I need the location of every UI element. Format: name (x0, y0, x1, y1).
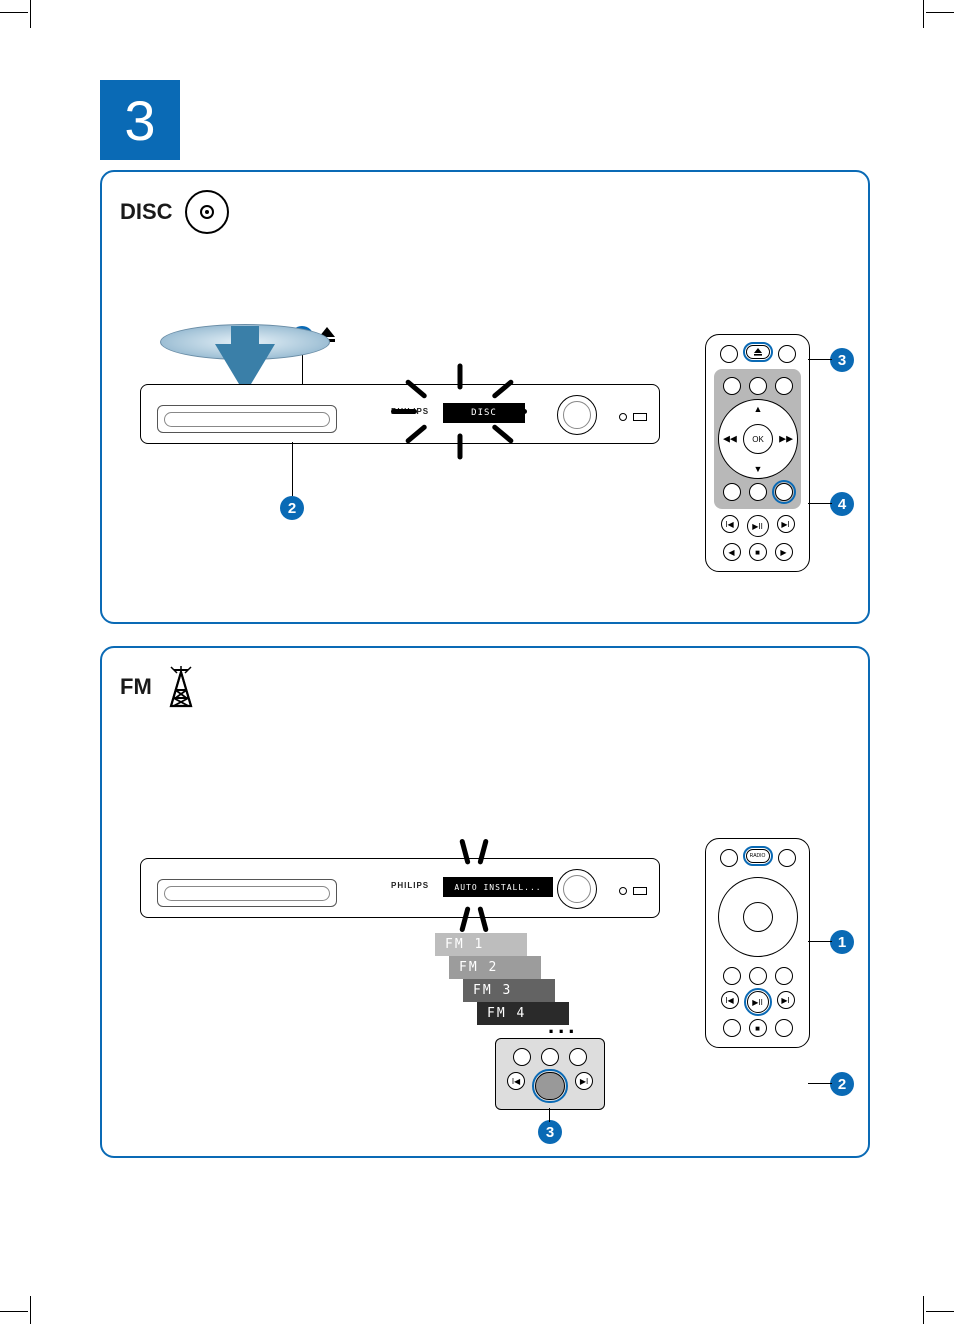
remote-prev-button: I◀ (507, 1072, 525, 1090)
remote-radio-button: RADIO (746, 849, 770, 863)
remote-play-pause-button: ▶II (747, 991, 769, 1013)
remote-button (749, 483, 767, 501)
remote-button (513, 1048, 531, 1066)
remote-prev-button: I◀ (721, 991, 739, 1009)
remote-power-button (720, 345, 738, 363)
remote-stop-button: ■ (749, 1019, 767, 1037)
remote-dpad: ▲ ▼ ◀◀ ▶▶ OK (718, 399, 798, 479)
remote-button (775, 1019, 793, 1037)
brand-label: PHILIPS (391, 881, 429, 890)
remote-button (749, 377, 767, 395)
remote-button (720, 849, 738, 867)
callout-3: 3 (830, 348, 854, 372)
ellipsis-icon: ... (548, 1013, 578, 1039)
remote-control: ▲ ▼ ◀◀ ▶▶ OK I◀ ▶II ▶I (705, 334, 810, 572)
remote-button: ▶ (775, 543, 793, 561)
usb-port-icon (633, 413, 647, 421)
volume-knob (557, 869, 597, 909)
device-front-panel: PHILIPS AUTO INSTALL... (140, 858, 660, 918)
program-button (535, 1072, 565, 1100)
remote-button (749, 967, 767, 985)
remote-next-button: ▶I (777, 991, 795, 1009)
fm-station-item: FM 2 (449, 956, 541, 979)
remote-source-button (775, 483, 793, 501)
disc-icon (185, 190, 229, 234)
remote-button (778, 849, 796, 867)
fm-station-list: FM 1 FM 2 FM 3 FM 4 (435, 933, 569, 1025)
fm-title: FM (120, 674, 152, 700)
panel-fm: FM PHIL (100, 646, 870, 1158)
remote-ok-button (743, 902, 773, 932)
remote-button (723, 483, 741, 501)
remote-button (723, 377, 741, 395)
remote-next-button: ▶I (777, 515, 795, 533)
disc-title: DISC (120, 199, 173, 225)
remote-play-pause-button: ▶II (747, 515, 769, 537)
callout-2: 2 (830, 1072, 854, 1096)
remote-dpad (718, 877, 798, 957)
disc-tray (157, 405, 337, 433)
remote-button: ◀ (723, 543, 741, 561)
device-display: AUTO INSTALL... (443, 877, 553, 897)
remote-button (723, 1019, 741, 1037)
remote-ok-button: OK (743, 424, 773, 454)
callout-3: 3 (538, 1120, 562, 1144)
remote-control: RADIO I◀ ▶II ▶I ■ (705, 838, 810, 1048)
aux-jack-icon (619, 887, 627, 895)
remote-button (723, 967, 741, 985)
remote-button (778, 345, 796, 363)
callout-4: 4 (830, 492, 854, 516)
disc-tray (157, 879, 337, 907)
panel-disc: DISC 1 PHILIPS (100, 170, 870, 624)
fm-station-item: FM 3 (463, 979, 555, 1002)
usb-port-icon (633, 887, 647, 895)
remote-button (569, 1048, 587, 1066)
remote-prev-button: I◀ (721, 515, 739, 533)
callout-2: 2 (280, 496, 304, 520)
aux-jack-icon (619, 413, 627, 421)
remote-stop-button: ■ (749, 543, 767, 561)
program-buttons-detail: I◀ ▶I (495, 1038, 605, 1110)
step-number-badge: 3 (100, 80, 180, 160)
remote-button (775, 377, 793, 395)
fm-station-item: FM 1 (435, 933, 527, 956)
antenna-icon (164, 666, 198, 708)
callout-1: 1 (830, 930, 854, 954)
volume-knob (557, 395, 597, 435)
remote-button (775, 967, 793, 985)
remote-button (541, 1048, 559, 1066)
remote-eject-button (746, 345, 770, 359)
device-front-panel: PHILIPS DISC (140, 384, 660, 444)
remote-next-button: ▶I (575, 1072, 593, 1090)
